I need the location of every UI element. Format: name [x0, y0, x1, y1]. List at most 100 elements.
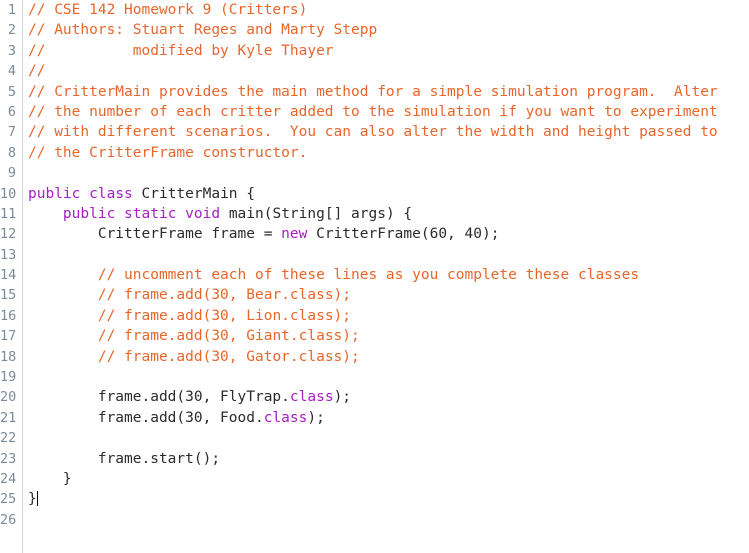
comment-token: // frame.add(30, Gator.class);: [97, 348, 360, 365]
code-line[interactable]: 2 // Authors: Stuart Reges and Marty Step…: [0, 20, 749, 40]
line-number: 16: [0, 307, 17, 324]
code-line[interactable]: 7 // with different scenarios. You can al…: [0, 122, 749, 142]
code-token: );: [307, 409, 325, 426]
comment-token: // frame.add(30, Lion.class);: [97, 307, 352, 324]
line-number: 11: [0, 205, 17, 222]
code-line[interactable]: 11 public static void main(String[] args…: [0, 204, 749, 224]
line-number: 24: [0, 470, 17, 487]
code-line-content: public static void main(String[] args) {: [28, 204, 412, 224]
code-line[interactable]: 22: [0, 428, 749, 448]
code-line-content: // frame.add(30, Lion.class);: [28, 306, 351, 326]
line-number: 26: [0, 511, 17, 528]
code-line[interactable]: 8 // the CritterFrame constructor.: [0, 143, 749, 163]
line-number: 25: [0, 491, 17, 508]
keyword-token: public: [28, 185, 81, 202]
code-token: CritterFrame(60, 40);: [307, 226, 500, 243]
code-line-content: }: [28, 489, 38, 509]
keyword-token: class: [89, 185, 133, 202]
code-line[interactable]: 20 frame.add(30, FlyTrap.class);: [0, 387, 749, 407]
code-line-content: // the CritterFrame constructor.: [28, 143, 307, 163]
code-line[interactable]: 5 // CritterMain provides the main method…: [0, 82, 749, 102]
line-number: 6: [7, 103, 16, 120]
line-number: 21: [0, 409, 17, 426]
code-token: }: [28, 491, 37, 508]
keyword-token: static: [124, 205, 177, 222]
code-line[interactable]: 13: [0, 245, 749, 265]
line-number: 12: [0, 226, 17, 243]
code-line-content: // modified by Kyle Thayer: [28, 41, 334, 61]
comment-token: // the CritterFrame constructor.: [28, 144, 308, 161]
code-token: frame.start();: [28, 450, 221, 467]
line-number: 10: [0, 185, 17, 202]
code-line[interactable]: 1 // CSE 142 Homework 9 (Critters): [0, 0, 749, 20]
code-editor[interactable]: 1 // CSE 142 Homework 9 (Critters) 2 // Aut…: [0, 0, 749, 553]
code-line-content: frame.start();: [28, 449, 220, 469]
comment-token: // CritterMain provides the main method …: [28, 83, 718, 100]
line-number: 9: [7, 165, 16, 182]
code-line-content: // frame.add(30, Bear.class);: [28, 285, 351, 305]
line-number: 5: [7, 83, 16, 100]
code-line[interactable]: 9: [0, 163, 749, 183]
code-line[interactable]: 23 frame.start();: [0, 449, 749, 469]
comment-token: // modified by Kyle Thayer: [28, 42, 334, 59]
code-line-content: // frame.add(30, Giant.class);: [28, 326, 360, 346]
line-number: 8: [7, 144, 16, 161]
comment-token: // frame.add(30, Giant.class);: [97, 328, 360, 345]
code-line[interactable]: 25}: [0, 489, 749, 509]
code-line-content: CritterFrame frame = new CritterFrame(60…: [28, 224, 500, 244]
code-line[interactable]: 17 // frame.add(30, Giant.class);: [0, 326, 749, 346]
code-token: main(String[] args) {: [220, 205, 413, 222]
line-number: 2: [7, 22, 16, 39]
keyword-token: new: [281, 226, 308, 243]
code-line[interactable]: 3 // modified by Kyle Thayer: [0, 41, 749, 61]
code-token: frame.add(30, Food.: [28, 409, 264, 426]
code-line[interactable]: 4 //: [0, 61, 749, 81]
code-line-content: // CritterMain provides the main method …: [28, 82, 718, 102]
code-line[interactable]: 24 }: [0, 469, 749, 489]
line-number: 1: [7, 2, 16, 18]
line-number: 18: [0, 348, 17, 365]
code-line[interactable]: 19: [0, 367, 749, 387]
text-cursor: [36, 491, 38, 507]
code-token: }: [28, 470, 72, 487]
code-line-content: // the number of each critter added to t…: [28, 102, 718, 122]
code-line[interactable]: 12 CritterFrame frame = new CritterFrame…: [0, 224, 749, 244]
line-number: 13: [0, 246, 17, 263]
line-number: 14: [0, 267, 17, 284]
code-token: CritterFrame frame =: [28, 226, 282, 243]
code-line[interactable]: 15 // frame.add(30, Bear.class);: [0, 285, 749, 305]
line-number: 15: [0, 287, 17, 304]
code-text-area[interactable]: 1 // CSE 142 Homework 9 (Critters) 2 // Aut…: [0, 0, 749, 553]
comment-token: // with different scenarios. You can als…: [28, 124, 718, 141]
code-line[interactable]: 18 // frame.add(30, Gator.class);: [0, 347, 749, 367]
line-number: 19: [0, 369, 17, 386]
code-line-content: // frame.add(30, Gator.class);: [28, 347, 360, 367]
comment-token: //: [28, 63, 46, 80]
code-line[interactable]: 26: [0, 510, 749, 530]
code-line-content: //: [28, 61, 45, 81]
code-line[interactable]: 21 frame.add(30, Food.class);: [0, 408, 749, 428]
comment-token: // frame.add(30, Bear.class);: [97, 287, 352, 304]
code-token: CritterMain {: [132, 185, 256, 202]
code-line[interactable]: 6 // the number of each critter added to …: [0, 102, 749, 122]
line-number: 23: [0, 450, 17, 467]
line-number: 20: [0, 389, 17, 406]
keyword-token: class: [289, 389, 334, 406]
code-line-content: // with different scenarios. You can als…: [28, 122, 718, 142]
code-line[interactable]: 16 // frame.add(30, Lion.class);: [0, 306, 749, 326]
code-line[interactable]: 10 public class CritterMain {: [0, 184, 749, 204]
code-line-content: // uncomment each of these lines as you …: [28, 265, 639, 285]
line-number: 7: [7, 124, 16, 141]
line-number: 17: [0, 328, 17, 345]
keyword-token: void: [185, 205, 221, 222]
code-line[interactable]: 14 // uncomment each of these lines as y…: [0, 265, 749, 285]
code-token: );: [333, 389, 352, 406]
code-token: frame.add(30, FlyTrap.: [28, 389, 290, 406]
code-line-content: }: [28, 469, 72, 489]
